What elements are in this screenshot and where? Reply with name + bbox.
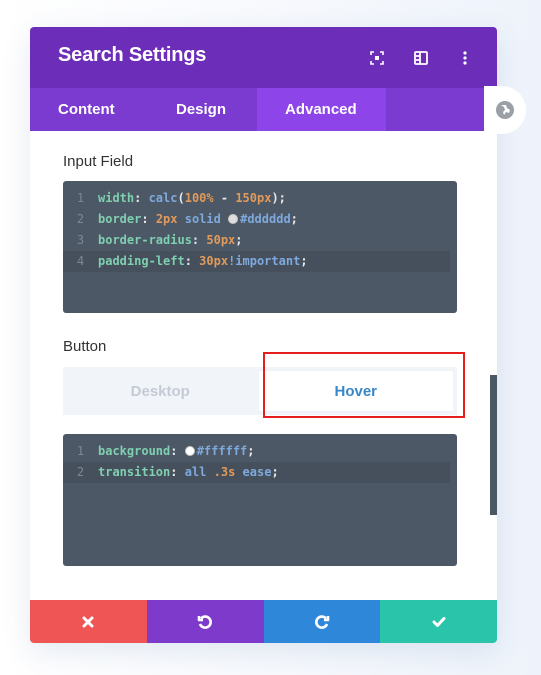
undo-button[interactable] — [146, 600, 264, 643]
css-property: width — [98, 191, 135, 205]
check-icon — [432, 616, 446, 627]
css-property: border-radius — [98, 233, 192, 247]
css-token: 150px — [235, 191, 272, 205]
globe-icon — [496, 101, 514, 119]
code-line[interactable]: 3 border-radius: 50px; — [63, 230, 457, 251]
button-label: Button — [63, 338, 107, 355]
css-property: padding-left — [98, 254, 185, 268]
tab-bar: Content Design Advanced — [30, 88, 497, 131]
css-property: border — [98, 212, 142, 226]
close-icon — [82, 616, 94, 627]
line-number: 1 — [76, 191, 85, 205]
input-field-css-editor[interactable]: 1 width: calc(100% - 150px); 2 border: 2px … — [63, 181, 457, 313]
line-number: 2 — [76, 212, 85, 226]
punctuation: : — [134, 191, 149, 205]
css-token: .3s — [213, 465, 236, 479]
desktop-option[interactable]: Desktop — [63, 367, 258, 415]
modal-title: Search Settings — [58, 44, 207, 66]
punctuation: : — [141, 212, 156, 226]
modal-footer — [30, 600, 497, 643]
fullscreen-icon[interactable] — [367, 48, 387, 68]
css-token — [235, 465, 242, 479]
line-number: 3 — [76, 233, 85, 247]
tab-advanced[interactable]: Advanced — [257, 88, 386, 131]
css-token: ease — [242, 465, 272, 479]
code-line[interactable]: 2 border: 2px solid #dddddd; — [63, 209, 457, 230]
modal-header: Search Settings — [30, 27, 497, 88]
hover-option[interactable]: Hover — [257, 370, 454, 412]
undo-icon — [197, 614, 213, 629]
css-token: 50px — [206, 233, 236, 247]
settings-modal: Search Settings Content Design Advanced … — [30, 27, 497, 643]
css-token: !important — [228, 254, 301, 268]
scrollbar[interactable] — [490, 375, 497, 515]
css-token: ); — [271, 191, 286, 205]
side-toggle-button[interactable] — [484, 86, 526, 134]
code-line[interactable]: 4 padding-left: 30px!important; — [63, 251, 450, 272]
tab-content[interactable]: Content — [30, 88, 146, 131]
input-field-label: Input Field — [63, 153, 134, 170]
modal-body: Input Field 1 width: calc(100% - 150px); 2… — [30, 131, 497, 600]
line-number: 1 — [76, 444, 85, 458]
css-token: 100% — [184, 191, 214, 205]
redo-button[interactable] — [263, 600, 381, 643]
css-token: ; — [290, 212, 298, 226]
css-token: 2px — [155, 212, 178, 226]
punctuation: : — [170, 444, 185, 458]
css-token: all — [184, 465, 207, 479]
css-token: ; — [235, 233, 243, 247]
css-token: - — [213, 191, 236, 205]
code-line[interactable]: 1 background: #ffffff; — [63, 441, 457, 462]
css-property: transition — [98, 465, 171, 479]
color-swatch[interactable] — [184, 446, 195, 456]
css-token — [206, 465, 213, 479]
punctuation: : — [184, 254, 200, 268]
punctuation: : — [170, 465, 185, 479]
color-swatch[interactable] — [228, 214, 239, 224]
css-token: ; — [247, 444, 255, 458]
line-number: 2 — [76, 465, 85, 479]
tab-design[interactable]: Design — [146, 88, 257, 131]
redo-icon — [314, 614, 330, 629]
css-token: ; — [271, 465, 279, 479]
css-property: background — [98, 444, 171, 458]
line-number: 4 — [76, 254, 85, 268]
punctuation: : — [191, 233, 207, 247]
css-token: calc — [148, 191, 178, 205]
css-token: #ffffff — [196, 444, 248, 458]
cancel-button[interactable] — [30, 600, 147, 643]
css-token: solid — [184, 212, 221, 226]
css-token — [221, 212, 228, 226]
split-view-icon[interactable] — [411, 48, 431, 68]
more-options-icon[interactable] — [455, 48, 475, 68]
button-css-editor[interactable]: 1 background: #ffffff; 2 transition: all .3… — [63, 434, 457, 566]
css-token — [178, 212, 185, 226]
css-token: ( — [177, 191, 185, 205]
css-token: ; — [300, 254, 308, 268]
code-line[interactable]: 2 transition: all .3s ease; — [63, 462, 450, 483]
css-token: #dddddd — [240, 212, 291, 226]
save-button[interactable] — [380, 600, 497, 643]
state-toggle: Desktop Hover — [63, 367, 457, 415]
code-line[interactable]: 1 width: calc(100% - 150px); — [63, 188, 457, 209]
css-token: 30px — [199, 254, 229, 268]
